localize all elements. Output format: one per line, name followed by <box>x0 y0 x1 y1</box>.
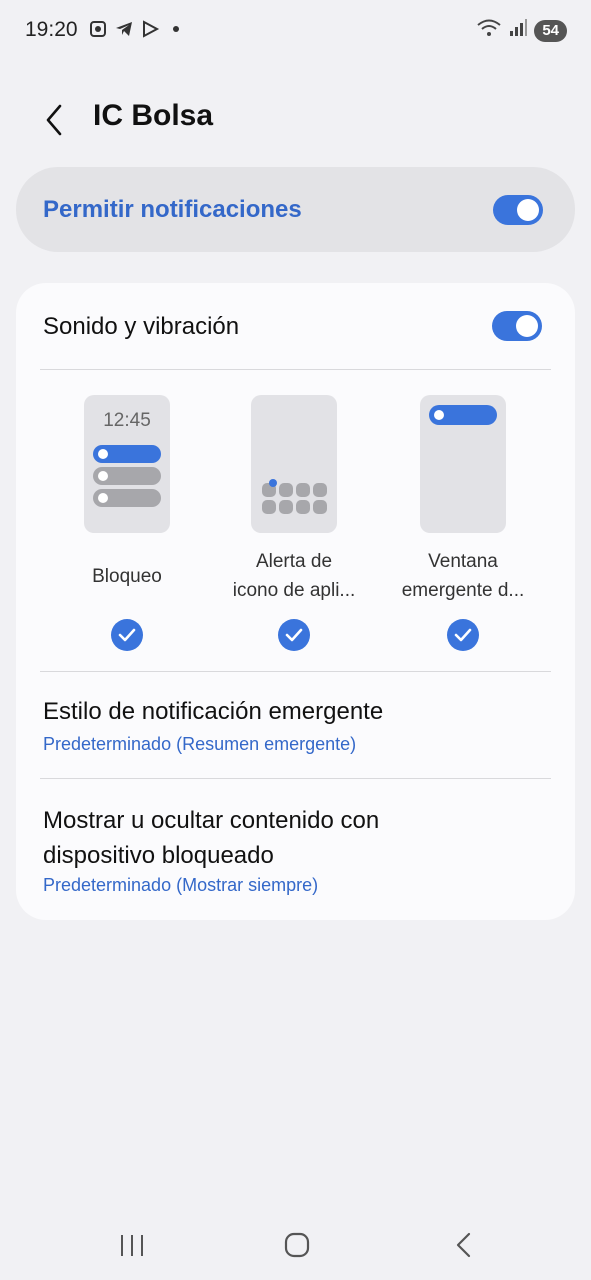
screenshot-icon <box>88 19 108 39</box>
sound-vibration-toggle[interactable] <box>492 311 542 341</box>
chevron-left-icon <box>46 104 62 136</box>
lock-content-title-line1: Mostrar u ocultar contenido con <box>43 807 380 834</box>
popup-style-row[interactable]: Estilo de notificación emergente Predete… <box>16 672 575 778</box>
checkmark-icon <box>285 628 303 642</box>
status-bar: 19:20 54 <box>0 0 591 62</box>
notification-settings-card: Sonido y vibración 12:45 Bloqueo Alerta … <box>16 283 575 920</box>
nav-back-button[interactable] <box>444 1230 484 1260</box>
status-time: 19:20 <box>25 18 78 41</box>
sound-vibration-label[interactable]: Sonido y vibración <box>43 313 239 341</box>
back-button[interactable] <box>36 98 72 138</box>
battery-indicator: 54 <box>534 19 567 42</box>
preview-popup-pill <box>429 405 497 425</box>
option-label-line2: icono de apli... <box>232 580 356 601</box>
dot-icon <box>166 19 186 39</box>
recent-apps-icon <box>121 1235 143 1256</box>
navigation-bar <box>0 1220 591 1268</box>
allow-notifications-label: Permitir notificaciones <box>43 196 302 223</box>
popup-style-value: Predeterminado (Resumen emergente) <box>43 734 357 754</box>
signal-icon <box>508 18 528 43</box>
option-label: Ventana emergente d... <box>388 547 538 605</box>
app-grid <box>262 483 327 514</box>
lock-content-value: Predeterminado (Mostrar siempre) <box>43 875 319 895</box>
allow-notifications-card[interactable]: Permitir notificaciones <box>16 167 575 252</box>
lock-screen-preview: 12:45 <box>84 395 170 533</box>
option-label-line1: Ventana <box>428 551 498 572</box>
toggle-knob <box>517 199 539 221</box>
option-popup[interactable]: Ventana emergente d... <box>388 395 538 651</box>
preview-notification-pill <box>93 489 161 507</box>
preview-notification-pill <box>93 445 161 463</box>
home-icon <box>284 1232 310 1258</box>
status-right: 54 <box>476 18 567 43</box>
preview-notification-pill <box>93 467 161 485</box>
lock-content-title-line2: dispositivo bloqueado <box>43 842 274 869</box>
option-label: Bloqueo <box>92 565 162 587</box>
play-icon <box>140 19 160 39</box>
telegram-icon <box>114 19 134 39</box>
allow-notifications-toggle[interactable] <box>493 195 543 225</box>
recent-apps-button[interactable] <box>112 1230 152 1260</box>
toggle-knob <box>516 315 538 337</box>
badge-dot-icon <box>269 479 277 487</box>
wifi-icon <box>476 18 502 43</box>
page-title: IC Bolsa <box>93 99 214 132</box>
option-lock-screen[interactable]: 12:45 Bloqueo <box>52 395 202 651</box>
option-checkbox[interactable] <box>111 619 143 651</box>
popup-style-title: Estilo de notificación emergente <box>43 698 384 725</box>
checkmark-icon <box>454 628 472 642</box>
checkmark-icon <box>118 628 136 642</box>
option-label: Alerta de icono de apli... <box>219 547 369 605</box>
option-label-line2: emergente d... <box>401 580 525 601</box>
divider <box>40 369 551 370</box>
lock-content-row[interactable]: Mostrar u ocultar contenido con disposit… <box>16 779 575 919</box>
option-label-line1: Alerta de <box>255 551 333 572</box>
option-checkbox[interactable] <box>447 619 479 651</box>
lock-content-title: Mostrar u ocultar contenido con disposit… <box>43 803 379 873</box>
back-icon <box>456 1232 471 1258</box>
option-app-icon-badge[interactable]: Alerta de icono de apli... <box>219 395 369 651</box>
app-icon-badge-preview <box>251 395 337 533</box>
popup-preview <box>420 395 506 533</box>
option-checkbox[interactable] <box>278 619 310 651</box>
header: IC Bolsa <box>0 94 591 142</box>
status-icons-left <box>88 19 186 39</box>
home-button[interactable] <box>277 1230 317 1260</box>
preview-clock: 12:45 <box>103 410 151 431</box>
